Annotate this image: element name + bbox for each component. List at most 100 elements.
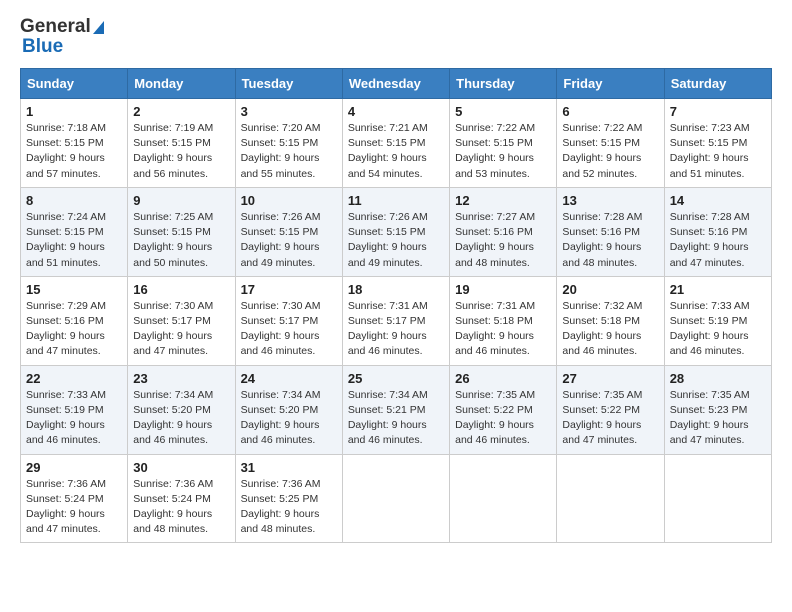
day-info: Sunrise: 7:36 AMSunset: 5:24 PMDaylight:… xyxy=(26,478,106,536)
day-info: Sunrise: 7:34 AMSunset: 5:21 PMDaylight:… xyxy=(348,389,428,447)
calendar-day-21: 21 Sunrise: 7:33 AMSunset: 5:19 PMDaylig… xyxy=(664,276,771,365)
day-number: 11 xyxy=(348,193,444,208)
calendar-body: 1 Sunrise: 7:18 AMSunset: 5:15 PMDayligh… xyxy=(21,99,772,543)
day-number: 9 xyxy=(133,193,229,208)
day-info: Sunrise: 7:26 AMSunset: 5:15 PMDaylight:… xyxy=(241,211,321,269)
calendar-day-11: 11 Sunrise: 7:26 AMSunset: 5:15 PMDaylig… xyxy=(342,187,449,276)
day-number: 19 xyxy=(455,282,551,297)
day-info: Sunrise: 7:20 AMSunset: 5:15 PMDaylight:… xyxy=(241,122,321,180)
day-info: Sunrise: 7:36 AMSunset: 5:25 PMDaylight:… xyxy=(241,478,321,536)
day-number: 26 xyxy=(455,371,551,386)
day-number: 20 xyxy=(562,282,658,297)
empty-cell xyxy=(557,454,664,543)
day-number: 23 xyxy=(133,371,229,386)
calendar-day-24: 24 Sunrise: 7:34 AMSunset: 5:20 PMDaylig… xyxy=(235,365,342,454)
day-info: Sunrise: 7:22 AMSunset: 5:15 PMDaylight:… xyxy=(562,122,642,180)
logo-arrow-icon xyxy=(93,21,104,34)
day-info: Sunrise: 7:29 AMSunset: 5:16 PMDaylight:… xyxy=(26,300,106,358)
day-number: 17 xyxy=(241,282,337,297)
day-info: Sunrise: 7:22 AMSunset: 5:15 PMDaylight:… xyxy=(455,122,535,180)
calendar-day-1: 1 Sunrise: 7:18 AMSunset: 5:15 PMDayligh… xyxy=(21,99,128,188)
day-number: 12 xyxy=(455,193,551,208)
calendar-week-2: 8 Sunrise: 7:24 AMSunset: 5:15 PMDayligh… xyxy=(21,187,772,276)
calendar-day-30: 30 Sunrise: 7:36 AMSunset: 5:24 PMDaylig… xyxy=(128,454,235,543)
calendar-day-15: 15 Sunrise: 7:29 AMSunset: 5:16 PMDaylig… xyxy=(21,276,128,365)
empty-cell xyxy=(664,454,771,543)
calendar-day-22: 22 Sunrise: 7:33 AMSunset: 5:19 PMDaylig… xyxy=(21,365,128,454)
day-number: 24 xyxy=(241,371,337,386)
day-info: Sunrise: 7:27 AMSunset: 5:16 PMDaylight:… xyxy=(455,211,535,269)
day-info: Sunrise: 7:31 AMSunset: 5:17 PMDaylight:… xyxy=(348,300,428,358)
header-day-sunday: Sunday xyxy=(21,69,128,99)
header-day-wednesday: Wednesday xyxy=(342,69,449,99)
calendar-day-3: 3 Sunrise: 7:20 AMSunset: 5:15 PMDayligh… xyxy=(235,99,342,188)
calendar-day-12: 12 Sunrise: 7:27 AMSunset: 5:16 PMDaylig… xyxy=(450,187,557,276)
day-number: 21 xyxy=(670,282,766,297)
day-info: Sunrise: 7:36 AMSunset: 5:24 PMDaylight:… xyxy=(133,478,213,536)
calendar-day-17: 17 Sunrise: 7:30 AMSunset: 5:17 PMDaylig… xyxy=(235,276,342,365)
day-info: Sunrise: 7:26 AMSunset: 5:15 PMDaylight:… xyxy=(348,211,428,269)
calendar-week-4: 22 Sunrise: 7:33 AMSunset: 5:19 PMDaylig… xyxy=(21,365,772,454)
day-number: 25 xyxy=(348,371,444,386)
calendar-table: SundayMondayTuesdayWednesdayThursdayFrid… xyxy=(20,68,772,543)
day-number: 14 xyxy=(670,193,766,208)
day-number: 10 xyxy=(241,193,337,208)
day-info: Sunrise: 7:35 AMSunset: 5:22 PMDaylight:… xyxy=(562,389,642,447)
day-number: 5 xyxy=(455,104,551,119)
header-day-monday: Monday xyxy=(128,69,235,99)
calendar-day-26: 26 Sunrise: 7:35 AMSunset: 5:22 PMDaylig… xyxy=(450,365,557,454)
day-number: 3 xyxy=(241,104,337,119)
day-info: Sunrise: 7:33 AMSunset: 5:19 PMDaylight:… xyxy=(670,300,750,358)
calendar-day-7: 7 Sunrise: 7:23 AMSunset: 5:15 PMDayligh… xyxy=(664,99,771,188)
calendar-header-row: SundayMondayTuesdayWednesdayThursdayFrid… xyxy=(21,69,772,99)
day-number: 15 xyxy=(26,282,122,297)
day-number: 22 xyxy=(26,371,122,386)
calendar-day-25: 25 Sunrise: 7:34 AMSunset: 5:21 PMDaylig… xyxy=(342,365,449,454)
day-number: 30 xyxy=(133,460,229,475)
day-info: Sunrise: 7:19 AMSunset: 5:15 PMDaylight:… xyxy=(133,122,213,180)
calendar-day-2: 2 Sunrise: 7:19 AMSunset: 5:15 PMDayligh… xyxy=(128,99,235,188)
day-number: 13 xyxy=(562,193,658,208)
day-number: 27 xyxy=(562,371,658,386)
empty-cell xyxy=(450,454,557,543)
header-day-saturday: Saturday xyxy=(664,69,771,99)
calendar-day-29: 29 Sunrise: 7:36 AMSunset: 5:24 PMDaylig… xyxy=(21,454,128,543)
day-number: 16 xyxy=(133,282,229,297)
day-info: Sunrise: 7:35 AMSunset: 5:22 PMDaylight:… xyxy=(455,389,535,447)
day-info: Sunrise: 7:24 AMSunset: 5:15 PMDaylight:… xyxy=(26,211,106,269)
calendar-day-13: 13 Sunrise: 7:28 AMSunset: 5:16 PMDaylig… xyxy=(557,187,664,276)
day-info: Sunrise: 7:33 AMSunset: 5:19 PMDaylight:… xyxy=(26,389,106,447)
day-number: 8 xyxy=(26,193,122,208)
day-number: 31 xyxy=(241,460,337,475)
header-day-thursday: Thursday xyxy=(450,69,557,99)
calendar-day-8: 8 Sunrise: 7:24 AMSunset: 5:15 PMDayligh… xyxy=(21,187,128,276)
day-info: Sunrise: 7:31 AMSunset: 5:18 PMDaylight:… xyxy=(455,300,535,358)
calendar-day-18: 18 Sunrise: 7:31 AMSunset: 5:17 PMDaylig… xyxy=(342,276,449,365)
day-info: Sunrise: 7:25 AMSunset: 5:15 PMDaylight:… xyxy=(133,211,213,269)
day-number: 28 xyxy=(670,371,766,386)
page-header: General Blue xyxy=(20,16,772,58)
calendar-day-16: 16 Sunrise: 7:30 AMSunset: 5:17 PMDaylig… xyxy=(128,276,235,365)
header-day-tuesday: Tuesday xyxy=(235,69,342,99)
day-number: 4 xyxy=(348,104,444,119)
day-info: Sunrise: 7:28 AMSunset: 5:16 PMDaylight:… xyxy=(670,211,750,269)
day-info: Sunrise: 7:34 AMSunset: 5:20 PMDaylight:… xyxy=(241,389,321,447)
day-info: Sunrise: 7:21 AMSunset: 5:15 PMDaylight:… xyxy=(348,122,428,180)
header-day-friday: Friday xyxy=(557,69,664,99)
logo-blue: Blue xyxy=(22,36,63,58)
calendar-day-23: 23 Sunrise: 7:34 AMSunset: 5:20 PMDaylig… xyxy=(128,365,235,454)
logo-general: General xyxy=(20,16,91,38)
day-info: Sunrise: 7:18 AMSunset: 5:15 PMDaylight:… xyxy=(26,122,106,180)
day-info: Sunrise: 7:34 AMSunset: 5:20 PMDaylight:… xyxy=(133,389,213,447)
calendar-day-20: 20 Sunrise: 7:32 AMSunset: 5:18 PMDaylig… xyxy=(557,276,664,365)
calendar-day-6: 6 Sunrise: 7:22 AMSunset: 5:15 PMDayligh… xyxy=(557,99,664,188)
calendar-day-5: 5 Sunrise: 7:22 AMSunset: 5:15 PMDayligh… xyxy=(450,99,557,188)
calendar-week-5: 29 Sunrise: 7:36 AMSunset: 5:24 PMDaylig… xyxy=(21,454,772,543)
day-number: 29 xyxy=(26,460,122,475)
day-info: Sunrise: 7:30 AMSunset: 5:17 PMDaylight:… xyxy=(133,300,213,358)
calendar-week-3: 15 Sunrise: 7:29 AMSunset: 5:16 PMDaylig… xyxy=(21,276,772,365)
calendar-day-9: 9 Sunrise: 7:25 AMSunset: 5:15 PMDayligh… xyxy=(128,187,235,276)
day-info: Sunrise: 7:35 AMSunset: 5:23 PMDaylight:… xyxy=(670,389,750,447)
calendar-day-27: 27 Sunrise: 7:35 AMSunset: 5:22 PMDaylig… xyxy=(557,365,664,454)
calendar-day-28: 28 Sunrise: 7:35 AMSunset: 5:23 PMDaylig… xyxy=(664,365,771,454)
